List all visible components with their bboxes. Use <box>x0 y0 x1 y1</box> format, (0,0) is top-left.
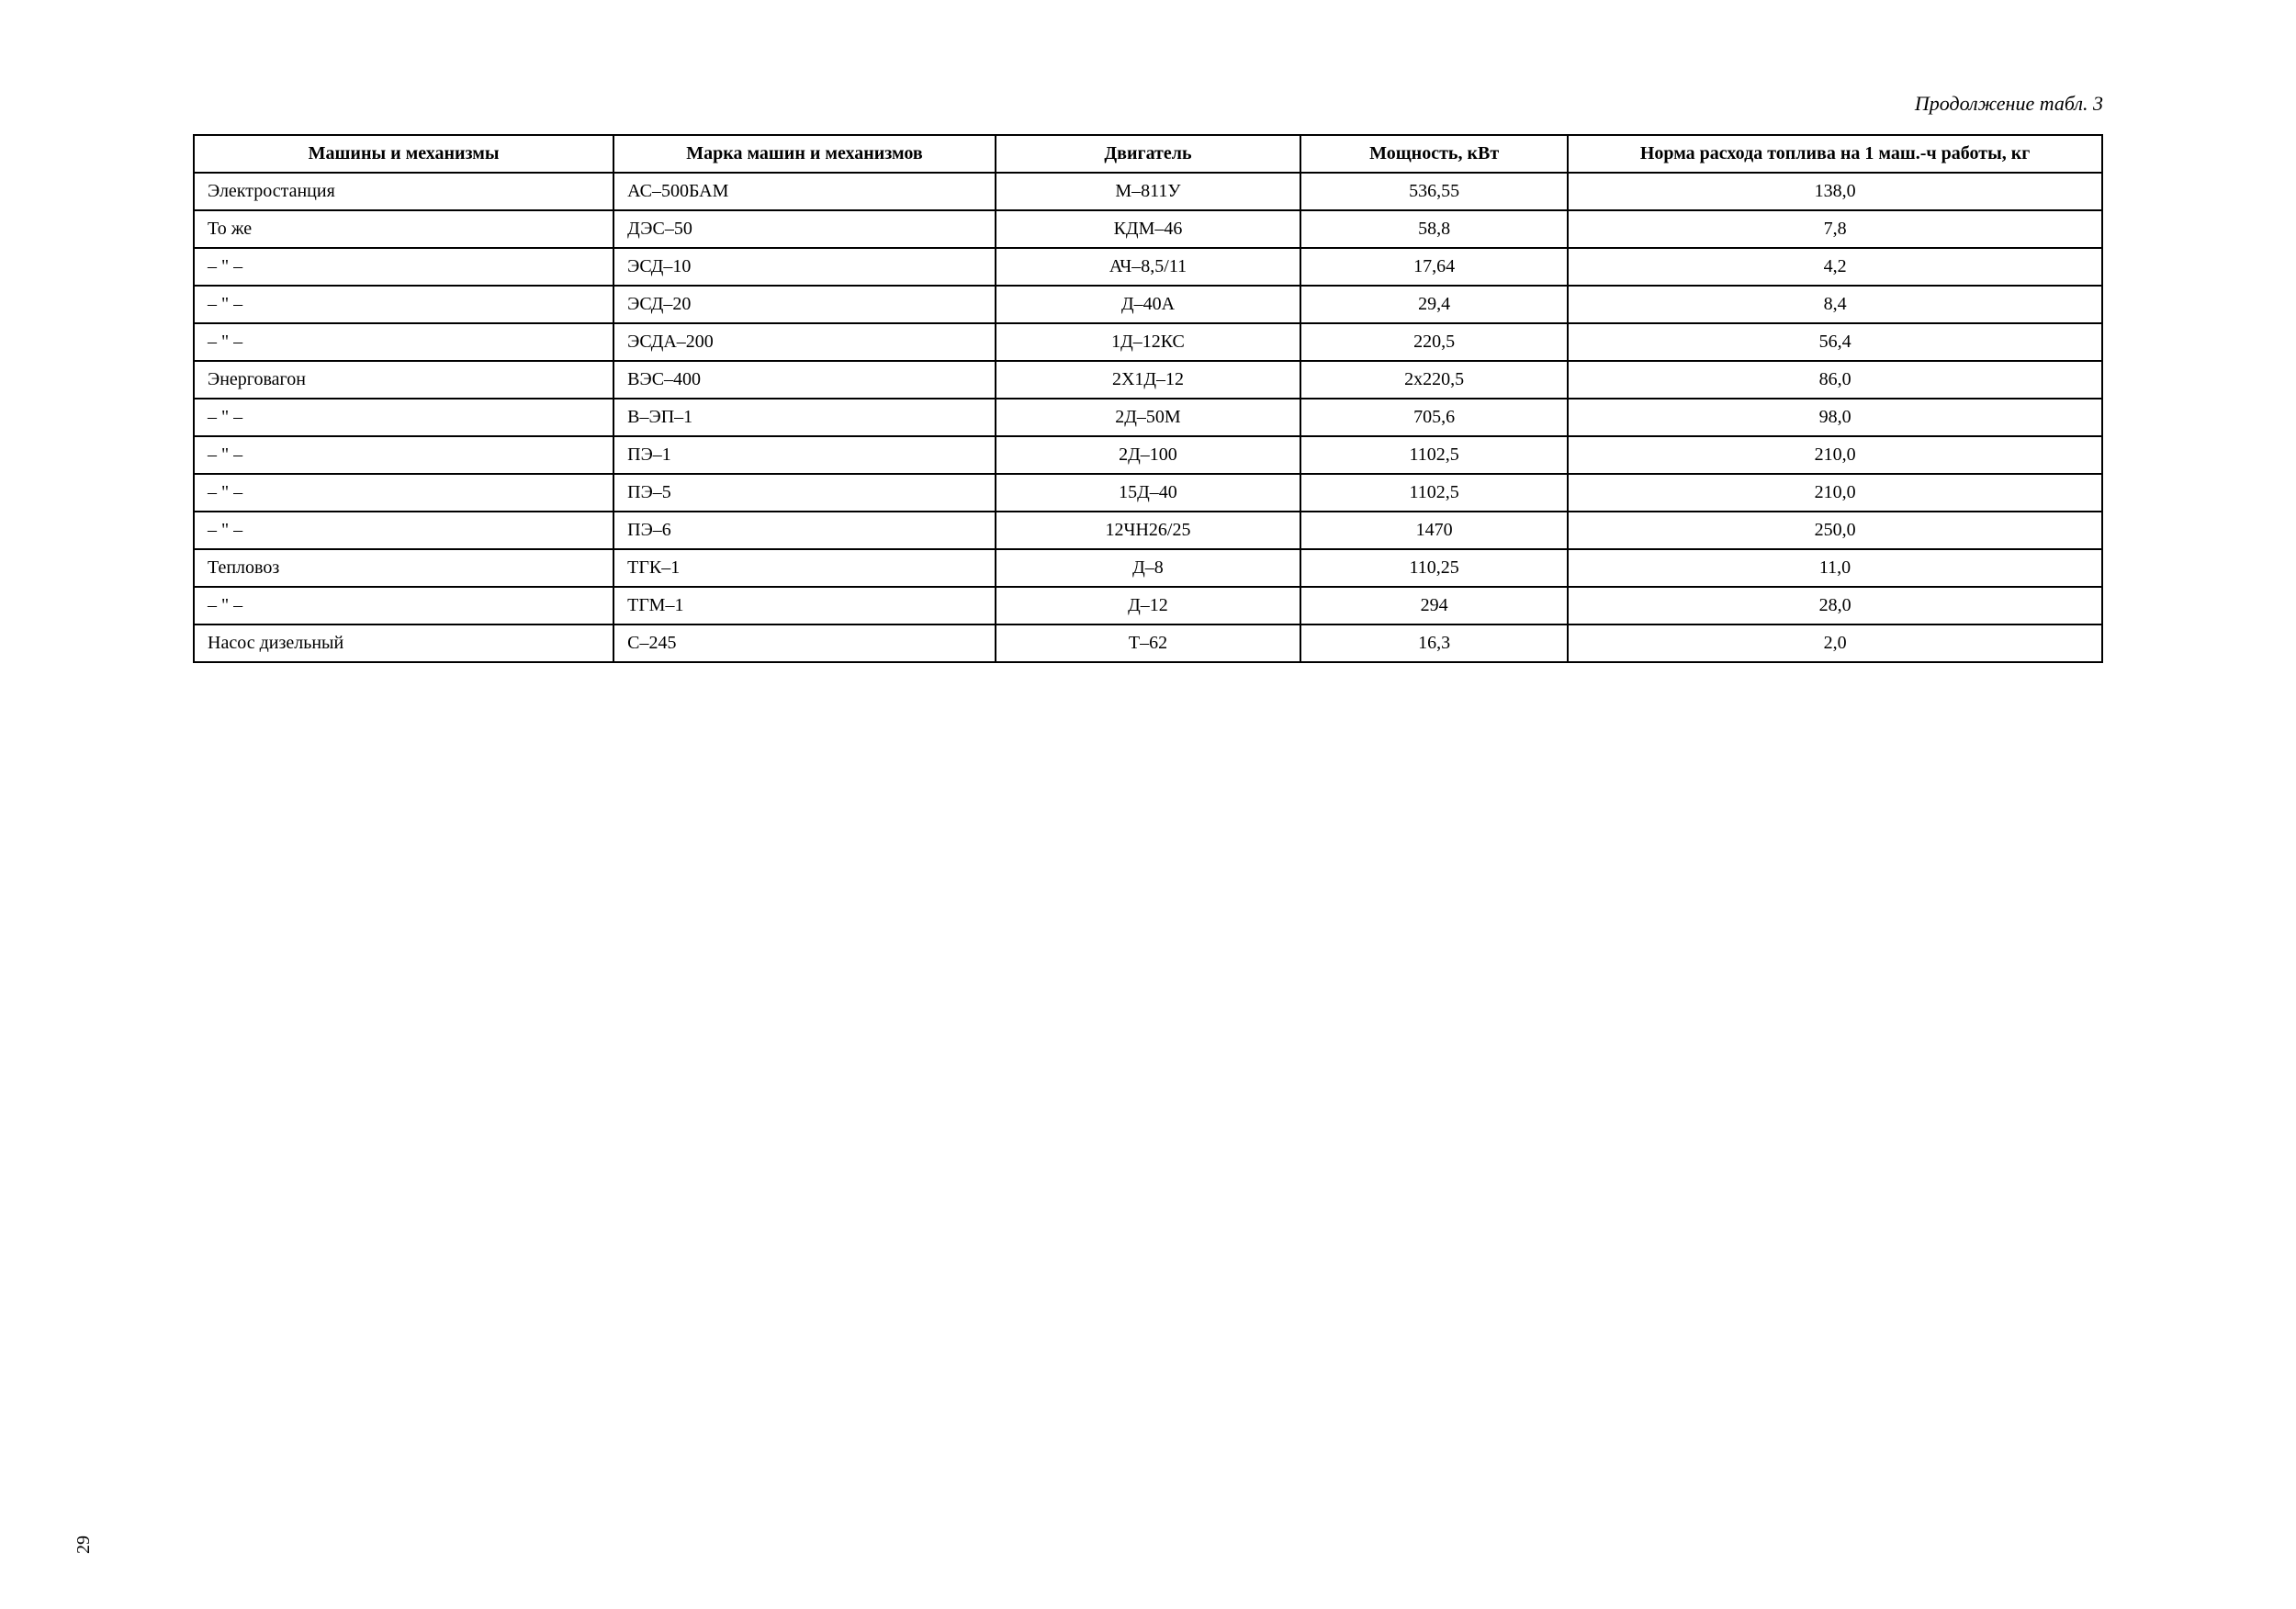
cell-fuel-norm: 11,0 <box>1568 549 2102 587</box>
cell-engine: 12ЧН26/25 <box>996 512 1300 549</box>
cell-machine: – " – <box>194 587 613 624</box>
cell-engine: Т–62 <box>996 624 1300 662</box>
cell-machine: – " – <box>194 399 613 436</box>
cell-power: 2х220,5 <box>1300 361 1568 399</box>
col-header-brand: Марка машин и механизмов <box>613 135 996 173</box>
cell-brand: ТГМ–1 <box>613 587 996 624</box>
cell-machine: – " – <box>194 248 613 286</box>
table-row: – " –ЭСД–20Д–40А29,48,4 <box>194 286 2102 323</box>
cell-machine: Насос дизельный <box>194 624 613 662</box>
cell-brand: ВЭС–400 <box>613 361 996 399</box>
cell-power: 1102,5 <box>1300 474 1568 512</box>
cell-power: 58,8 <box>1300 210 1568 248</box>
cell-brand: ЭСД–10 <box>613 248 996 286</box>
main-table: Машины и механизмы Марка машин и механиз… <box>193 134 2103 663</box>
page-container: Продолжение табл. 3 Машины и механизмы М… <box>138 55 2158 700</box>
cell-fuel-norm: 2,0 <box>1568 624 2102 662</box>
cell-machine: Электростанция <box>194 173 613 210</box>
cell-machine: Энерговагон <box>194 361 613 399</box>
table-row: – " –В–ЭП–12Д–50М705,698,0 <box>194 399 2102 436</box>
cell-power: 110,25 <box>1300 549 1568 587</box>
cell-brand: В–ЭП–1 <box>613 399 996 436</box>
col-header-engine: Двигатель <box>996 135 1300 173</box>
cell-brand: АС–500БАМ <box>613 173 996 210</box>
cell-machine: То же <box>194 210 613 248</box>
page-number: 29 <box>73 1536 95 1554</box>
cell-power: 705,6 <box>1300 399 1568 436</box>
cell-fuel-norm: 86,0 <box>1568 361 2102 399</box>
cell-brand: ЭСДА–200 <box>613 323 996 361</box>
table-row: ЭнерговагонВЭС–4002Х1Д–122х220,586,0 <box>194 361 2102 399</box>
cell-engine: М–811У <box>996 173 1300 210</box>
cell-brand: ТГК–1 <box>613 549 996 587</box>
cell-machine: Тепловоз <box>194 549 613 587</box>
cell-brand: ПЭ–1 <box>613 436 996 474</box>
cell-engine: Д–8 <box>996 549 1300 587</box>
cell-fuel-norm: 210,0 <box>1568 436 2102 474</box>
cell-fuel-norm: 4,2 <box>1568 248 2102 286</box>
cell-fuel-norm: 210,0 <box>1568 474 2102 512</box>
cell-engine: Д–40А <box>996 286 1300 323</box>
table-row: – " –ТГМ–1Д–1229428,0 <box>194 587 2102 624</box>
cell-brand: С–245 <box>613 624 996 662</box>
cell-brand: ДЭС–50 <box>613 210 996 248</box>
table-row: ТепловозТГК–1Д–8110,2511,0 <box>194 549 2102 587</box>
table-row: – " –ПЭ–12Д–1001102,5210,0 <box>194 436 2102 474</box>
table-row: – " –ПЭ–515Д–401102,5210,0 <box>194 474 2102 512</box>
table-row: – " –ЭСДА–2001Д–12КС220,556,4 <box>194 323 2102 361</box>
cell-fuel-norm: 8,4 <box>1568 286 2102 323</box>
cell-machine: – " – <box>194 436 613 474</box>
cell-fuel-norm: 138,0 <box>1568 173 2102 210</box>
cell-engine: 2Д–50М <box>996 399 1300 436</box>
cell-brand: ПЭ–5 <box>613 474 996 512</box>
table-row: ЭлектростанцияАС–500БАММ–811У536,55138,0 <box>194 173 2102 210</box>
table-row: – " –ЭСД–10АЧ–8,5/1117,644,2 <box>194 248 2102 286</box>
cell-engine: 15Д–40 <box>996 474 1300 512</box>
table-header-row: Машины и механизмы Марка машин и механиз… <box>194 135 2102 173</box>
cell-engine: 2Х1Д–12 <box>996 361 1300 399</box>
cell-engine: 1Д–12КС <box>996 323 1300 361</box>
cell-power: 16,3 <box>1300 624 1568 662</box>
col-header-power: Мощность, кВт <box>1300 135 1568 173</box>
cell-fuel-norm: 56,4 <box>1568 323 2102 361</box>
table-row: – " –ПЭ–612ЧН26/251470250,0 <box>194 512 2102 549</box>
cell-brand: ПЭ–6 <box>613 512 996 549</box>
cell-fuel-norm: 98,0 <box>1568 399 2102 436</box>
table-row: Насос дизельныйС–245Т–6216,32,0 <box>194 624 2102 662</box>
table-title: Продолжение табл. 3 <box>193 92 2103 116</box>
cell-fuel-norm: 250,0 <box>1568 512 2102 549</box>
cell-engine: 2Д–100 <box>996 436 1300 474</box>
cell-power: 220,5 <box>1300 323 1568 361</box>
cell-machine: – " – <box>194 323 613 361</box>
cell-machine: – " – <box>194 286 613 323</box>
cell-engine: КДМ–46 <box>996 210 1300 248</box>
table-row: То жеДЭС–50КДМ–4658,87,8 <box>194 210 2102 248</box>
cell-machine: – " – <box>194 474 613 512</box>
cell-power: 1102,5 <box>1300 436 1568 474</box>
cell-fuel-norm: 28,0 <box>1568 587 2102 624</box>
cell-machine: – " – <box>194 512 613 549</box>
col-header-machines: Машины и механизмы <box>194 135 613 173</box>
col-header-fuel: Норма расхода топлива на 1 маш.-ч работы… <box>1568 135 2102 173</box>
cell-power: 536,55 <box>1300 173 1568 210</box>
cell-power: 294 <box>1300 587 1568 624</box>
cell-power: 29,4 <box>1300 286 1568 323</box>
cell-engine: АЧ–8,5/11 <box>996 248 1300 286</box>
cell-brand: ЭСД–20 <box>613 286 996 323</box>
cell-power: 1470 <box>1300 512 1568 549</box>
cell-power: 17,64 <box>1300 248 1568 286</box>
cell-engine: Д–12 <box>996 587 1300 624</box>
cell-fuel-norm: 7,8 <box>1568 210 2102 248</box>
